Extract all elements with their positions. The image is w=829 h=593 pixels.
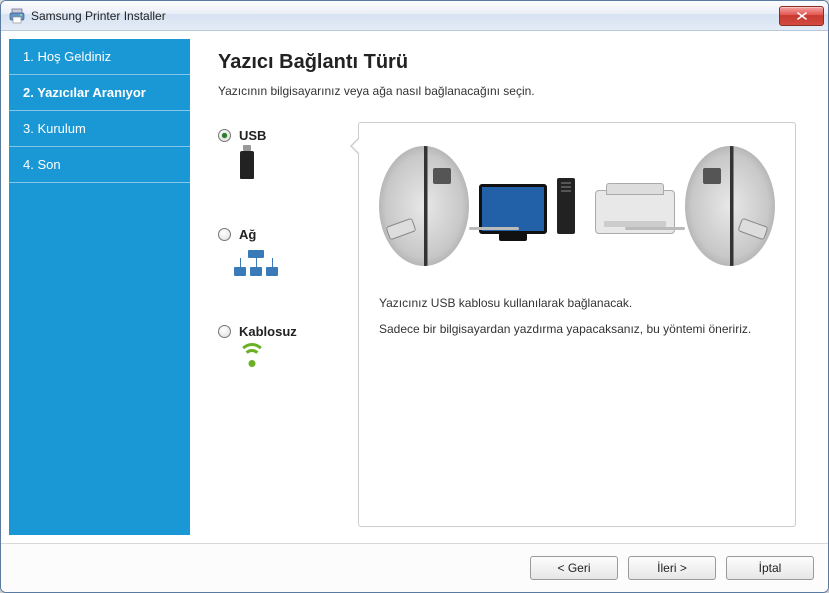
installer-window: Samsung Printer Installer 1. Hoş Geldini…	[0, 0, 829, 593]
option-wireless-radio-row[interactable]: Kablosuz	[218, 324, 338, 339]
radio-network[interactable]	[218, 228, 231, 241]
step-install[interactable]: 3. Kurulum	[9, 111, 190, 147]
connection-illustration	[379, 141, 775, 271]
close-button[interactable]	[779, 6, 824, 26]
option-network-radio-row[interactable]: Ağ	[218, 227, 338, 242]
close-icon	[797, 12, 807, 20]
cancel-button[interactable]: İptal	[726, 556, 814, 580]
printer-port-icon	[685, 146, 775, 266]
option-usb-radio-row[interactable]: USB	[218, 128, 338, 143]
titlebar[interactable]: Samsung Printer Installer	[1, 1, 828, 31]
footer: < Geri İleri > İptal	[1, 543, 828, 592]
preview-line-2: Sadece bir bilgisayardan yazdırma yapaca…	[379, 319, 775, 339]
back-button[interactable]: < Geri	[530, 556, 618, 580]
radio-usb[interactable]	[218, 129, 231, 142]
option-network-label: Ağ	[239, 227, 256, 242]
computer-port-icon	[379, 146, 469, 266]
option-wireless-label: Kablosuz	[239, 324, 297, 339]
wifi-icon	[238, 347, 266, 369]
option-usb-label: USB	[239, 128, 266, 143]
page-subtitle: Yazıcının bilgisayarınız veya ağa nasıl …	[218, 84, 796, 98]
step-finish[interactable]: 4. Son	[9, 147, 190, 183]
option-wireless: Kablosuz	[218, 324, 338, 369]
next-button[interactable]: İleri >	[628, 556, 716, 580]
preview-line-1: Yazıcınız USB kablosu kullanılarak bağla…	[379, 293, 775, 313]
option-usb: USB	[218, 128, 338, 179]
preview-description: Yazıcınız USB kablosu kullanılarak bağla…	[379, 293, 775, 346]
usb-icon	[240, 151, 254, 179]
window-title: Samsung Printer Installer	[31, 9, 779, 23]
page-heading: Yazıcı Bağlantı Türü	[218, 51, 796, 74]
printer-app-icon	[9, 8, 25, 24]
body: 1. Hoş Geldiniz 2. Yazıcılar Aranıyor 3.…	[1, 31, 828, 543]
step-welcome[interactable]: 1. Hoş Geldiniz	[9, 39, 190, 75]
option-network: Ağ	[218, 227, 338, 276]
wizard-sidebar: 1. Hoş Geldiniz 2. Yazıcılar Aranıyor 3.…	[9, 39, 190, 535]
content-row: USB Ağ	[218, 122, 796, 527]
preview-panel: Yazıcınız USB kablosu kullanılarak bağla…	[358, 122, 796, 527]
step-searching[interactable]: 2. Yazıcılar Aranıyor	[9, 75, 190, 111]
radio-wireless[interactable]	[218, 325, 231, 338]
network-icon	[234, 250, 278, 276]
connection-options: USB Ağ	[218, 122, 338, 527]
devices-icon	[479, 178, 675, 234]
main-panel: Yazıcı Bağlantı Türü Yazıcının bilgisaya…	[190, 39, 820, 535]
